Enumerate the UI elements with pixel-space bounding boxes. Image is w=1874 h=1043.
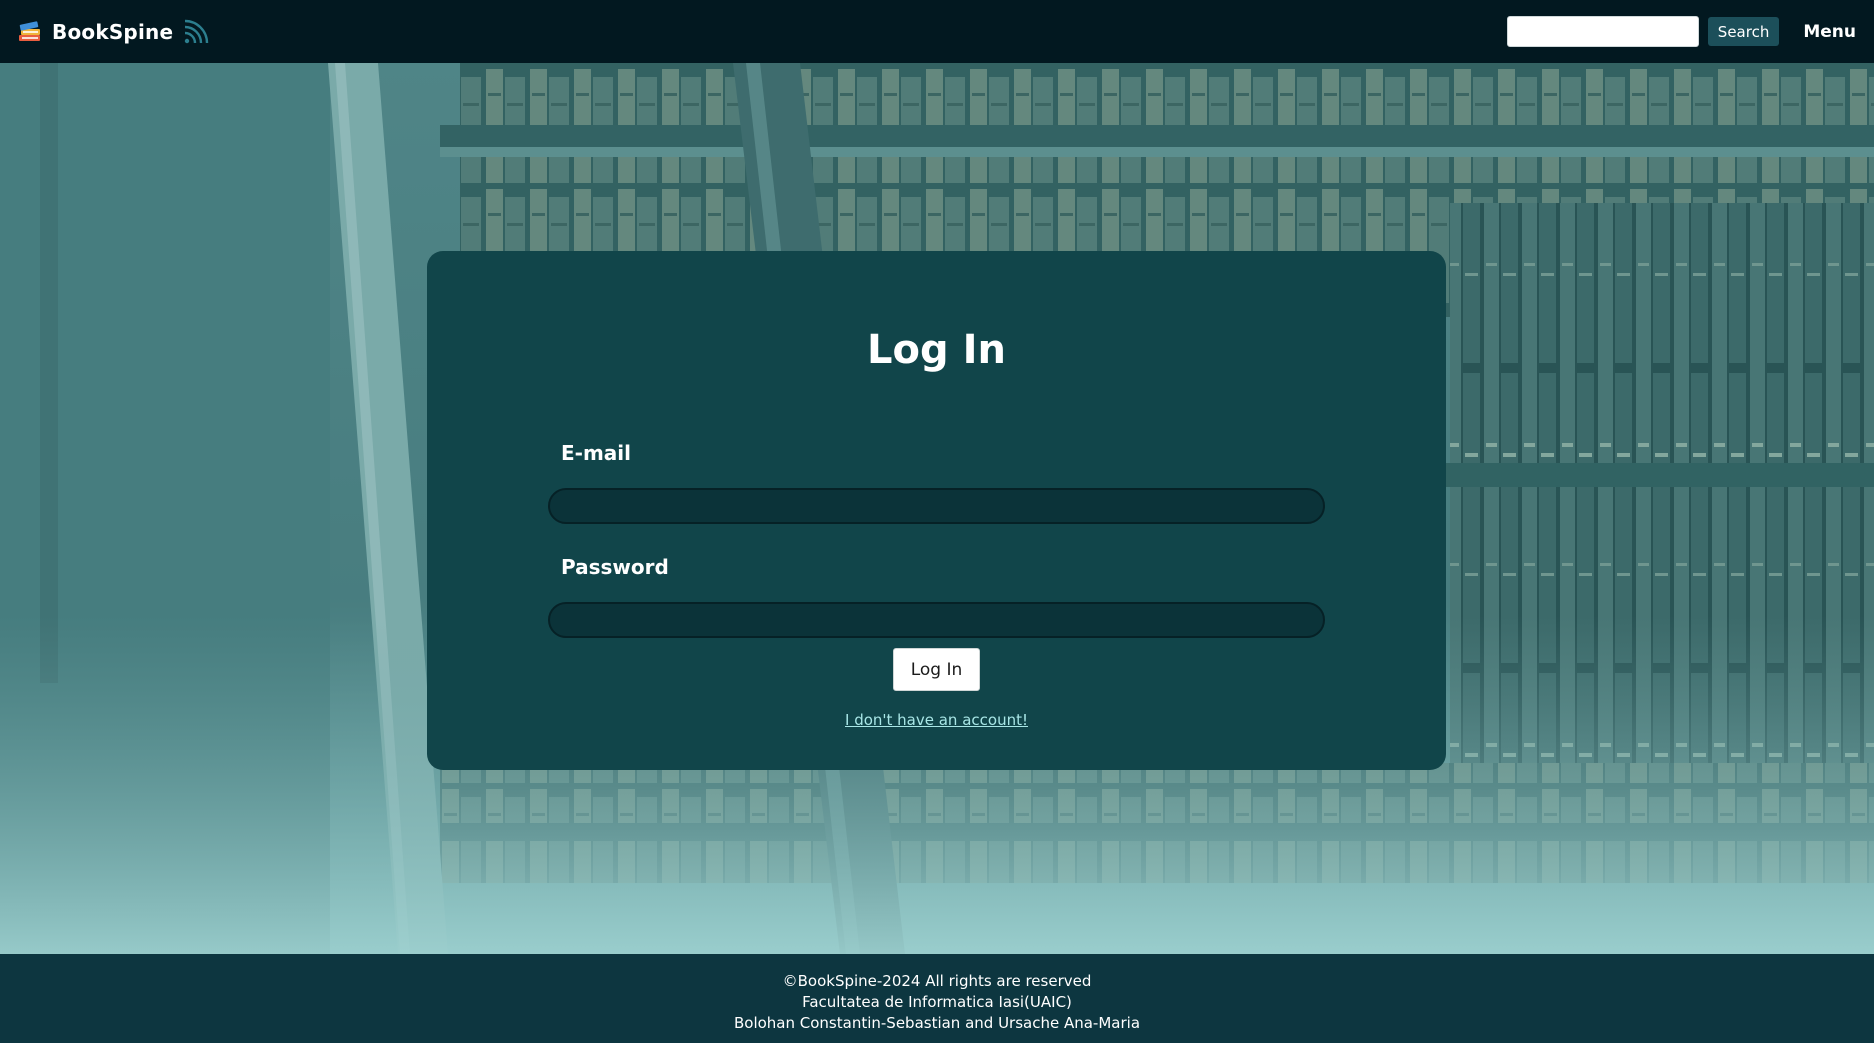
stacked-books-icon [19, 20, 40, 41]
signup-link[interactable]: I don't have an account! [427, 711, 1446, 729]
brand-home-link[interactable]: BookSpine [16, 18, 173, 46]
footer-institution: Facultatea de Informatica Iasi(UAIC) [802, 993, 1072, 1011]
password-field[interactable] [548, 602, 1325, 638]
login-title: Log In [867, 327, 1006, 373]
search-input[interactable] [1506, 16, 1699, 47]
brand-name: BookSpine [52, 19, 174, 44]
password-label: Password [561, 555, 669, 579]
top-navigation-bar: BookSpine Search Menu [0, 0, 1874, 63]
header-actions: Search Menu [1506, 16, 1856, 47]
footer-authors: Bolohan Constantin-Sebastian and Ursache… [733, 1014, 1141, 1032]
menu-button[interactable]: Menu [1803, 22, 1856, 42]
rss-feed-icon[interactable] [183, 19, 209, 45]
login-submit-button[interactable]: Log In [893, 648, 980, 691]
page-footer: ©BookSpine-2024 All rights are reserved … [0, 954, 1874, 1043]
search-button[interactable]: Search [1707, 17, 1780, 46]
footer-copyright: ©BookSpine-2024 All rights are reserved [782, 972, 1092, 990]
login-card: Log In E-mail Password Log In I don't ha… [427, 251, 1446, 770]
email-label: E-mail [561, 441, 632, 465]
email-field[interactable] [548, 488, 1325, 524]
